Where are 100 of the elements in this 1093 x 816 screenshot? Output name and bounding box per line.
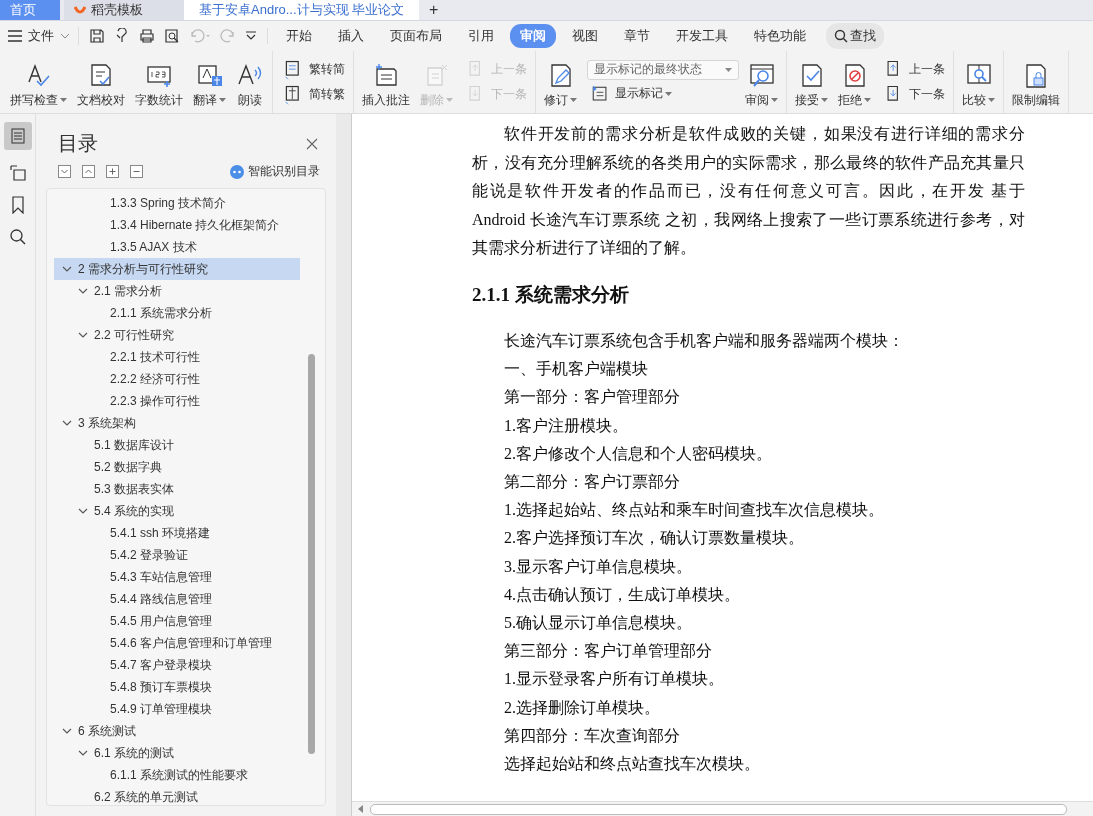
ribbon-tab[interactable]: 章节 xyxy=(614,24,660,48)
ribbon-button[interactable]: 繁转简 xyxy=(277,58,349,81)
toc-item[interactable]: 2.2.3 操作可行性 xyxy=(54,390,300,412)
ribbon-button[interactable]: 文档校对 xyxy=(73,55,129,109)
toc-item[interactable]: 5.4.5 用户信息管理 xyxy=(54,610,300,632)
toc-item[interactable]: 5.2 数据字典 xyxy=(54,456,300,478)
save-icon[interactable] xyxy=(89,28,105,44)
toc-item[interactable]: 6 系统测试 xyxy=(54,720,300,742)
search-button[interactable]: 查找 xyxy=(826,23,884,49)
toc-item[interactable]: 5.3 数据表实体 xyxy=(54,478,300,500)
toc-item[interactable]: 2.2.2 经济可行性 xyxy=(54,368,300,390)
body-text-line: 1.显示登录客户所有订单模块。 xyxy=(503,669,725,690)
body-text-line: 1.客户注册模块。 xyxy=(503,415,629,436)
ribbon-button[interactable]: 上一条 xyxy=(877,58,949,81)
body-text-line: 第一部分：客户管理部分 xyxy=(503,387,681,408)
ribbon-button[interactable]: 接受 xyxy=(791,55,832,109)
body-text-line: 第二部分：客户订票部分 xyxy=(503,472,681,492)
section-heading: 2.1.1 系统需求分析 xyxy=(472,282,630,307)
ribbon-button[interactable]: 显示标记 xyxy=(583,82,739,105)
toc-item[interactable]: 2 需求分析与可行性研究 xyxy=(54,258,300,280)
toc-item[interactable]: 1.3.5 AJAX 技术 xyxy=(54,236,300,258)
menu-icon xyxy=(8,30,22,42)
toc-item[interactable]: 2.2.1 技术可行性 xyxy=(54,346,300,368)
ribbon-tab[interactable]: 开始 xyxy=(276,24,322,48)
file-menu[interactable]: 文件 xyxy=(8,27,79,45)
ribbon-tab[interactable]: 开发工具 xyxy=(666,24,738,48)
chevron-icon[interactable] xyxy=(78,508,88,514)
ribbon-button[interactable]: 限制编辑 xyxy=(1008,55,1064,109)
print-preview-icon[interactable] xyxy=(164,28,180,44)
outline-icon[interactable] xyxy=(8,164,27,182)
toc-item[interactable]: 6.1 系统的测试 xyxy=(54,742,300,764)
toc-item[interactable]: 5.4.1 ssh 环境搭建 xyxy=(54,522,300,544)
chevron-icon[interactable] xyxy=(62,728,72,734)
body-text-line: 4.点击确认预订，生成订单模块。 xyxy=(503,584,741,605)
ribbon-button[interactable]: 拼写检查 xyxy=(6,55,71,109)
dots-icon xyxy=(230,164,244,179)
ribbon-button[interactable]: 字数统计 xyxy=(131,55,187,109)
chevron-icon[interactable] xyxy=(62,266,72,272)
toc-item[interactable]: 6.1.1 系统测试的性能要求 xyxy=(54,764,300,786)
new-tab-button[interactable]: + xyxy=(429,1,439,19)
ribbon-button[interactable]: 插入批注 xyxy=(358,55,414,109)
search-icon xyxy=(834,29,848,43)
table-of-contents-icon[interactable] xyxy=(3,122,32,150)
customize-toolbar-icon[interactable] xyxy=(245,31,257,41)
toc-item[interactable]: 1.3.3 Spring 技术简介 xyxy=(54,192,300,214)
ribbon-button[interactable]: 拒绝 xyxy=(834,55,875,109)
toc-item[interactable]: 5.4.8 预订车票模块 xyxy=(54,676,300,698)
scrollbar-thumb[interactable] xyxy=(308,354,315,754)
toc-item[interactable]: 5.4 系统的实现 xyxy=(54,500,300,522)
chevron-down-icon[interactable] xyxy=(58,165,71,178)
bookmark-icon[interactable] xyxy=(10,196,25,214)
template-logo-icon xyxy=(74,5,86,15)
smart-toc-button[interactable]: 智能识别目录 xyxy=(230,163,320,180)
ribbon-tab[interactable]: 视图 xyxy=(562,24,608,48)
scrollbar-thumb[interactable] xyxy=(370,803,1067,815)
body-text-line: 3.显示客户订单信息模块。 xyxy=(503,556,693,577)
search-icon[interactable] xyxy=(8,228,27,246)
toc-item[interactable]: 6.2 系统的单元测试 xyxy=(54,786,300,805)
body-text-line: 2.客户修改个人信息和个人密码模块。 xyxy=(503,443,773,464)
ribbon-button[interactable]: 比较 xyxy=(958,55,999,109)
ribbon-button[interactable]: 审阅 xyxy=(741,55,782,109)
minus-icon[interactable] xyxy=(130,165,143,178)
toc-item[interactable]: 1.3.4 Hibernate 持久化框架简介 xyxy=(54,214,300,236)
chevron-icon[interactable] xyxy=(78,750,88,756)
toc-item[interactable]: 3 系统架构 xyxy=(54,412,300,434)
toc-item[interactable]: 5.1 数据库设计 xyxy=(54,434,300,456)
toc-item[interactable]: 5.4.3 车站信息管理 xyxy=(54,566,300,588)
ribbon-tab[interactable]: 插入 xyxy=(328,24,374,48)
close-icon[interactable] xyxy=(306,137,318,150)
markup-select[interactable]: 显示标记的最终状态 xyxy=(587,59,739,80)
scroll-left-icon[interactable] xyxy=(358,805,364,813)
toc-item[interactable]: 5.4.2 登录验证 xyxy=(54,544,300,566)
ribbon-button[interactable]: 翻译 xyxy=(189,55,230,109)
chevron-up-icon[interactable] xyxy=(82,165,95,178)
chevron-icon[interactable] xyxy=(78,332,88,338)
document-tab[interactable]: 基于安卓Andro...计与实现 毕业论文 xyxy=(184,0,419,20)
ribbon-button[interactable]: 下一条 xyxy=(877,83,949,106)
body-text-line: 长途汽车订票系统包含手机客户端和服务器端两个模块： xyxy=(503,330,905,351)
toc-item[interactable]: 2.1 需求分析 xyxy=(54,280,300,302)
toc-item[interactable]: 2.1.1 系统需求分析 xyxy=(54,302,300,324)
toc-item[interactable]: 2.2 可行性研究 xyxy=(54,324,300,346)
ribbon-button[interactable]: 朗读 xyxy=(232,55,268,109)
chevron-icon[interactable] xyxy=(62,420,72,426)
panel-title: 目录 xyxy=(58,131,98,156)
magnifier-icon xyxy=(747,61,776,88)
ribbon-tab[interactable]: 特色功能 xyxy=(744,24,816,48)
toc-item[interactable]: 5.4.7 客户登录模块 xyxy=(54,654,300,676)
ribbon-tab[interactable]: 引用 xyxy=(458,24,504,48)
plus-icon[interactable] xyxy=(106,165,119,178)
ribbon-button[interactable]: 简转繁 xyxy=(277,83,349,106)
toc-item[interactable]: 5.4.9 订单管理模块 xyxy=(54,698,300,720)
ribbon-button[interactable]: 修订 xyxy=(540,55,581,109)
body-text-line: 一、手机客户端模块 xyxy=(503,359,649,380)
document-tab[interactable]: 稻壳模板 xyxy=(64,0,184,20)
ribbon-tab[interactable]: 页面布局 xyxy=(380,24,452,48)
print-icon[interactable] xyxy=(139,28,155,44)
chevron-icon[interactable] xyxy=(78,288,88,294)
body-text-line: 2.客户选择预订车次，确认订票数量模块。 xyxy=(503,528,805,549)
toc-item[interactable]: 5.4.4 路线信息管理 xyxy=(54,588,300,610)
toc-item[interactable]: 5.4.6 客户信息管理和订单管理 xyxy=(54,632,300,654)
